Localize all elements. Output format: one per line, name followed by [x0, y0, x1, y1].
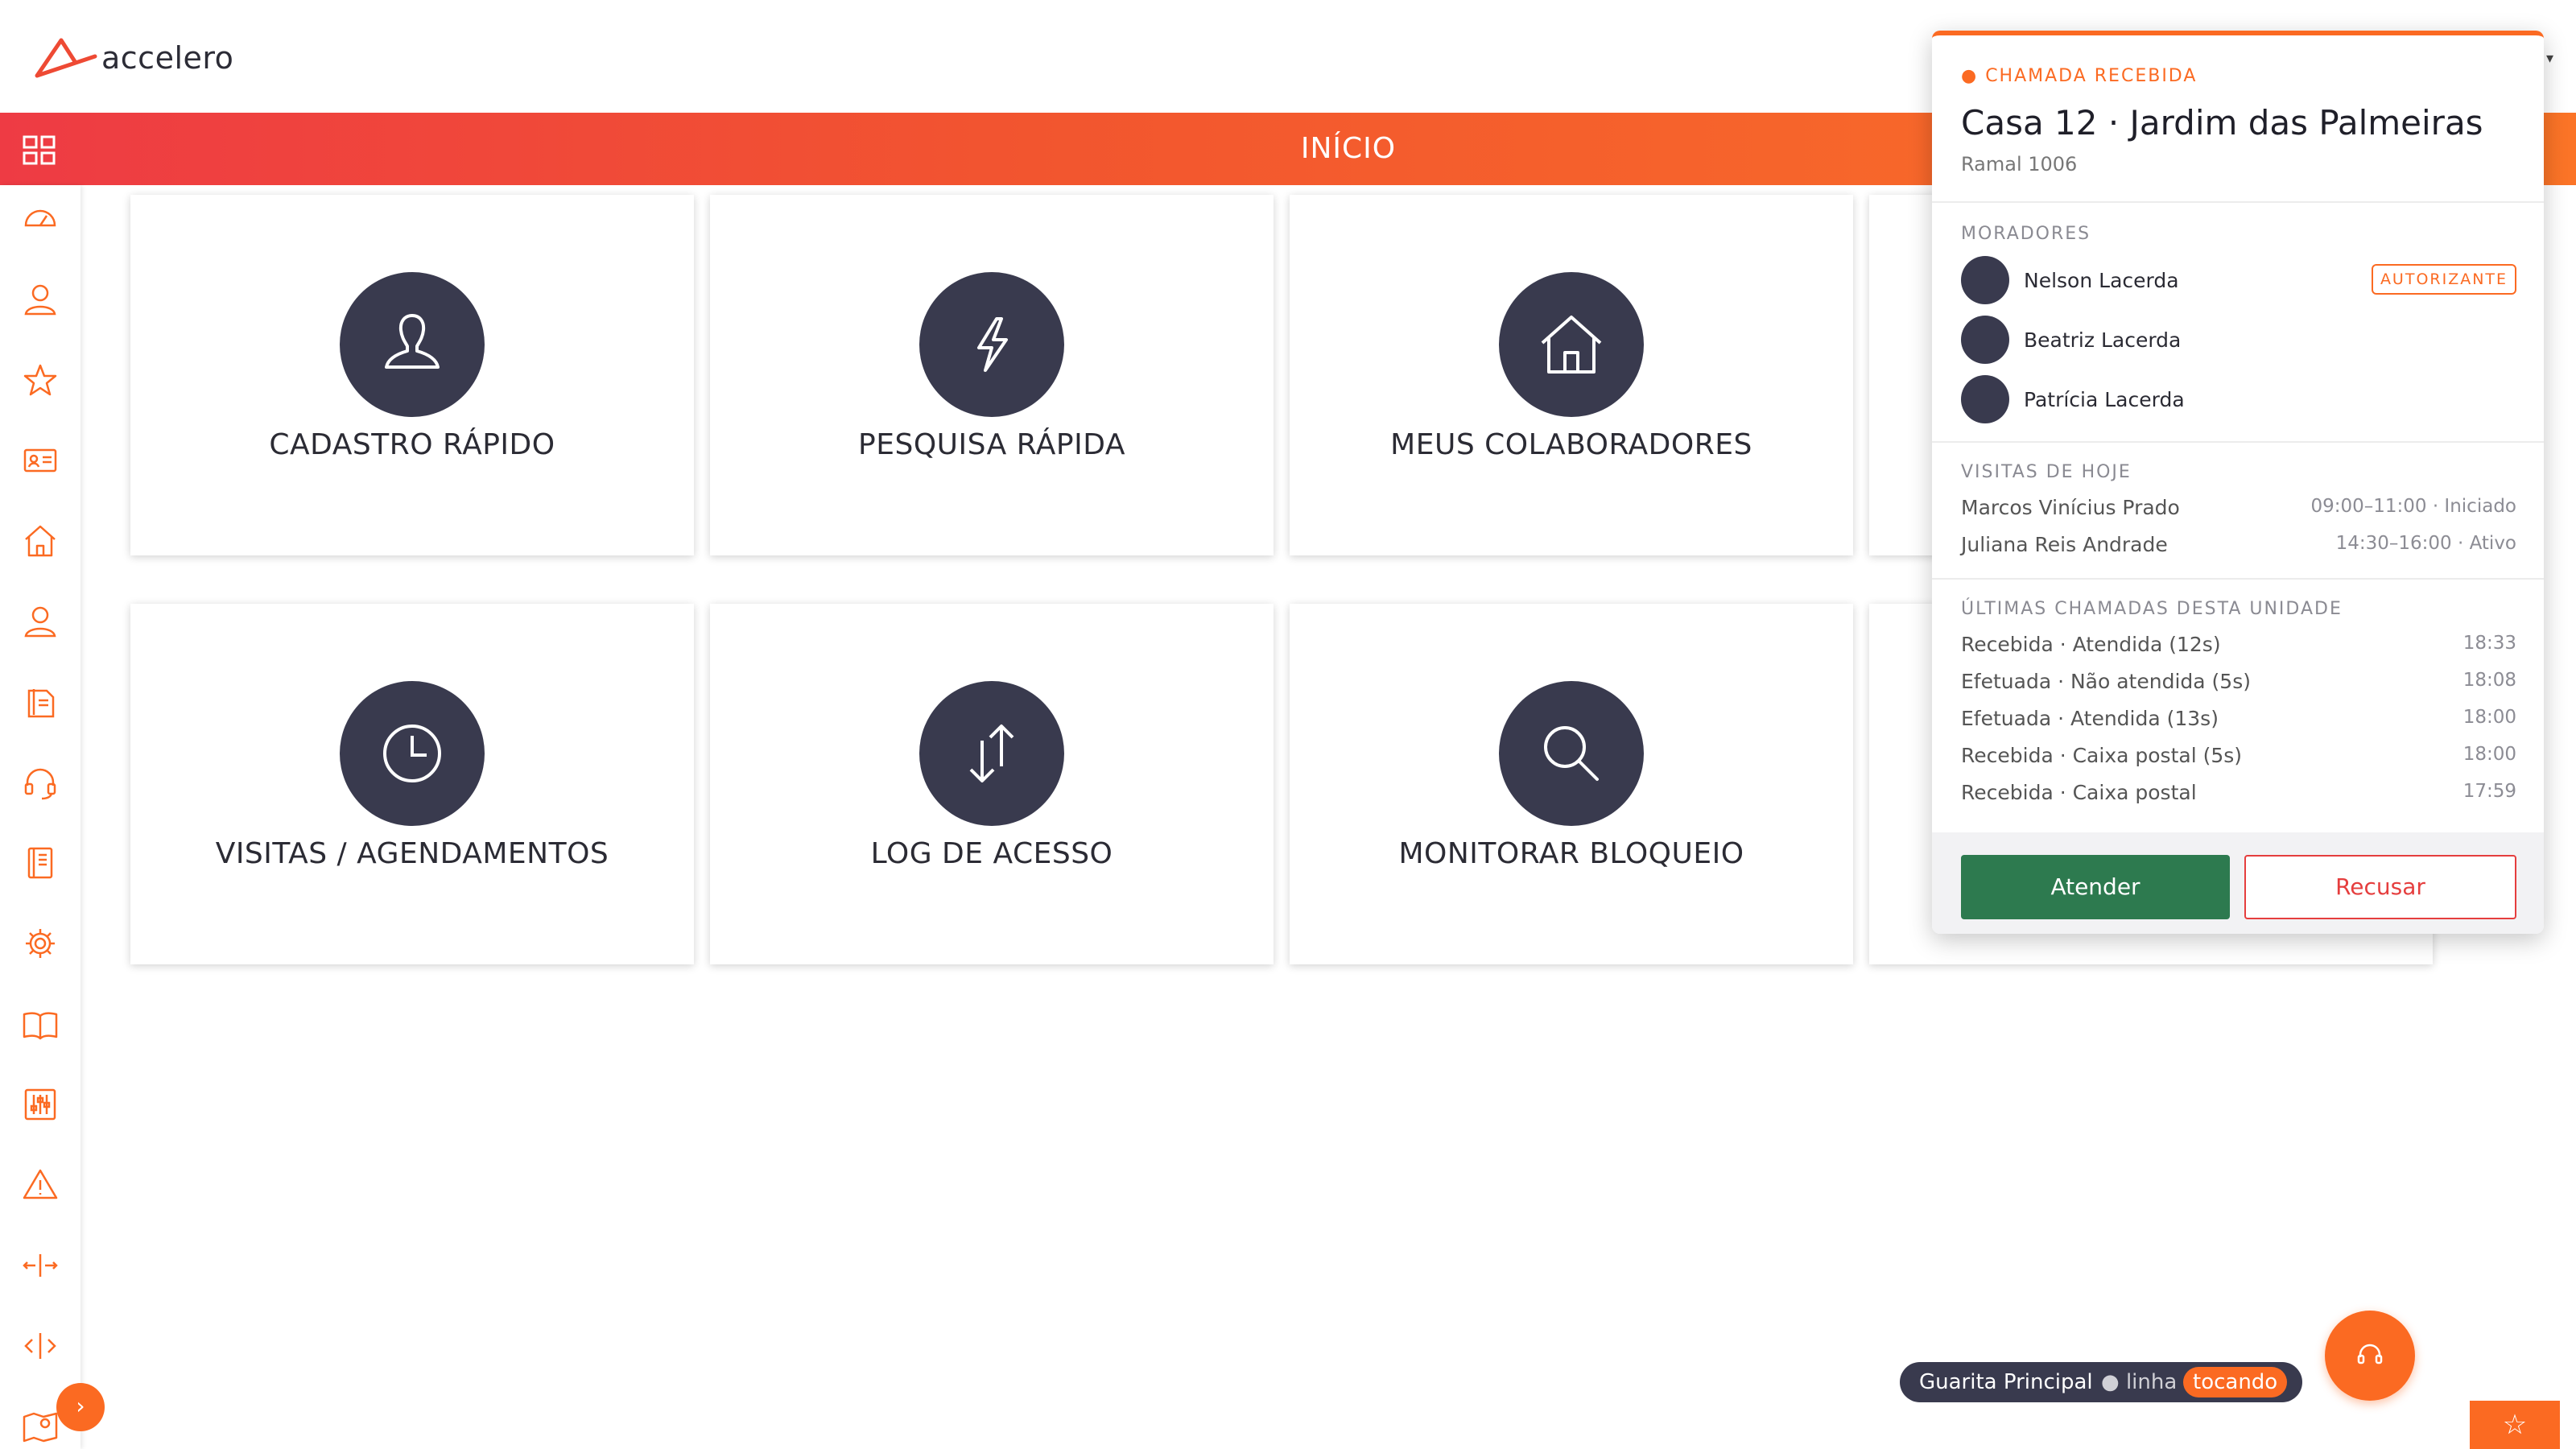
avatar	[1961, 316, 2009, 364]
visit-info: 09:00–11:00 · Iniciado	[2310, 496, 2516, 517]
avatar	[1961, 256, 2009, 304]
divider	[1932, 441, 2544, 443]
warning-icon[interactable]	[21, 1166, 60, 1204]
divider	[1932, 578, 2544, 580]
id-card-icon[interactable]	[21, 441, 60, 480]
gear-icon[interactable]	[21, 924, 60, 963]
accept-call-button[interactable]: Atender	[1961, 855, 2230, 919]
recent-calls-section-title: ÚLTIMAS CHAMADAS DESTA UNIDADE	[1961, 599, 2343, 619]
call-history-time: 18:00	[2462, 707, 2516, 728]
card-label: VISITAS / AGENDAMENTOS	[215, 837, 609, 870]
call-history-desc: Efetuada · Não atendida (5s)	[1961, 670, 2251, 693]
call-history-time: 18:00	[2462, 744, 2516, 765]
user-menu-caret-icon[interactable]: ▾	[2546, 50, 2553, 67]
transfer-arrows-icon	[919, 681, 1064, 826]
brand-logo[interactable]: accelero	[34, 35, 233, 80]
authorizer-badge: AUTORIZANTE	[2372, 264, 2516, 295]
call-history-time: 18:08	[2462, 670, 2516, 691]
document-icon[interactable]	[21, 683, 60, 721]
incoming-call-panel: ● CHAMADA RECEBIDA Casa 12 · Jardim das …	[1932, 31, 2544, 934]
call-actions: Atender Recusar	[1932, 832, 2544, 934]
card-pesquisa-rapida[interactable]: PESQUISA RÁPIDA	[710, 195, 1274, 555]
card-label: MEUS COLABORADORES	[1390, 428, 1752, 461]
book-icon[interactable]	[21, 1005, 60, 1043]
resident-item[interactable]: Beatriz Lacerda	[1961, 316, 2516, 365]
notebook-icon[interactable]	[21, 844, 60, 882]
code-icon[interactable]	[21, 1327, 60, 1365]
call-history-desc: Efetuada · Atendida (13s)	[1961, 707, 2219, 730]
call-history-row: Recebida · Atendida (12s) 18:33	[1961, 633, 2516, 660]
headset-icon[interactable]	[21, 763, 60, 802]
call-status-label: ● CHAMADA RECEBIDA	[1961, 66, 2198, 86]
brand-name: accelero	[101, 40, 234, 76]
arrows-horizontal-icon[interactable]	[21, 1246, 60, 1285]
visitor-name: Juliana Reis Andrade	[1961, 533, 2168, 556]
residents-section-title: MORADORES	[1961, 224, 2091, 244]
headset-fab-button[interactable]	[2325, 1311, 2415, 1401]
visitor-name: Marcos Vinícius Prado	[1961, 496, 2180, 519]
sidebar	[0, 185, 80, 1449]
map-pin-icon[interactable]	[21, 1407, 60, 1446]
sidebar-expand-button[interactable]: ›	[56, 1383, 105, 1431]
call-history-row: Recebida · Caixa postal 17:59	[1961, 781, 2516, 808]
resident-item[interactable]: Nelson Lacerda AUTORIZANTE	[1961, 256, 2516, 306]
resident-item[interactable]: Patrícia Lacerda	[1961, 375, 2516, 425]
call-unit-title: Casa 12 · Jardim das Palmeiras	[1961, 103, 2483, 142]
visit-info: 14:30–16:00 · Ativo	[2335, 533, 2516, 554]
apps-grid-icon[interactable]	[23, 135, 56, 166]
call-history-desc: Recebida · Atendida (12s)	[1961, 633, 2221, 656]
card-log-de-acesso[interactable]: LOG DE ACESSO	[710, 604, 1274, 964]
search-icon	[1499, 681, 1644, 826]
divider	[1932, 201, 2544, 203]
resident-name: Nelson Lacerda	[2024, 269, 2179, 292]
card-label: MONITORAR BLOQUEIO	[1398, 837, 1744, 870]
favorites-tab-button[interactable]: ☆	[2470, 1401, 2560, 1449]
card-label: CADASTRO RÁPIDO	[269, 428, 555, 461]
star-icon[interactable]	[21, 361, 60, 399]
call-history-time: 18:33	[2462, 633, 2516, 654]
resident-name: Beatriz Lacerda	[2024, 328, 2182, 352]
person-icon[interactable]	[21, 602, 60, 641]
call-extension: Ramal 1006	[1961, 153, 2078, 175]
dashboard-icon[interactable]	[21, 200, 60, 238]
house-icon	[1499, 272, 1644, 417]
call-history-desc: Recebida · Caixa postal	[1961, 781, 2197, 804]
headset-icon	[2357, 1344, 2383, 1364]
line-status-pill[interactable]: Guarita Principal ● linha tocando	[1900, 1362, 2302, 1402]
card-monitorar-bloqueio[interactable]: MONITORAR BLOQUEIO	[1290, 604, 1853, 964]
card-visitas-agendamentos[interactable]: VISITAS / AGENDAMENTOS	[130, 604, 694, 964]
home-icon[interactable]	[21, 522, 60, 560]
resident-name: Patrícia Lacerda	[2024, 388, 2185, 411]
call-history-row: Efetuada · Não atendida (5s) 18:08	[1961, 670, 2516, 697]
card-cadastro-rapido[interactable]: CADASTRO RÁPIDO	[130, 195, 694, 555]
visit-row[interactable]: Juliana Reis Andrade 14:30–16:00 · Ativo	[1961, 533, 2516, 560]
clock-icon	[340, 681, 485, 826]
card-label: PESQUISA RÁPIDA	[858, 428, 1125, 461]
call-history-time: 17:59	[2462, 781, 2516, 802]
bolt-icon	[919, 272, 1064, 417]
call-history-row: Efetuada · Atendida (13s) 18:00	[1961, 707, 2516, 734]
sliders-icon[interactable]	[21, 1085, 60, 1124]
line-indicator: ● linha	[2101, 1370, 2178, 1394]
ringing-badge: tocando	[2183, 1367, 2288, 1397]
user-icon[interactable]	[21, 280, 60, 319]
call-history-desc: Recebida · Caixa postal (5s)	[1961, 744, 2243, 767]
avatar	[1961, 375, 2009, 423]
user-icon	[340, 272, 485, 417]
card-label: LOG DE ACESSO	[870, 837, 1113, 870]
station-name: Guarita Principal	[1919, 1370, 2093, 1394]
visits-section-title: VISITAS DE HOJE	[1961, 462, 2132, 482]
reject-call-button[interactable]: Recusar	[2244, 855, 2516, 919]
call-history-row: Recebida · Caixa postal (5s) 18:00	[1961, 744, 2516, 771]
visit-row[interactable]: Marcos Vinícius Prado 09:00–11:00 · Inic…	[1961, 496, 2516, 523]
card-meus-colaboradores[interactable]: MEUS COLABORADORES	[1290, 195, 1853, 555]
logo-icon	[35, 38, 97, 78]
